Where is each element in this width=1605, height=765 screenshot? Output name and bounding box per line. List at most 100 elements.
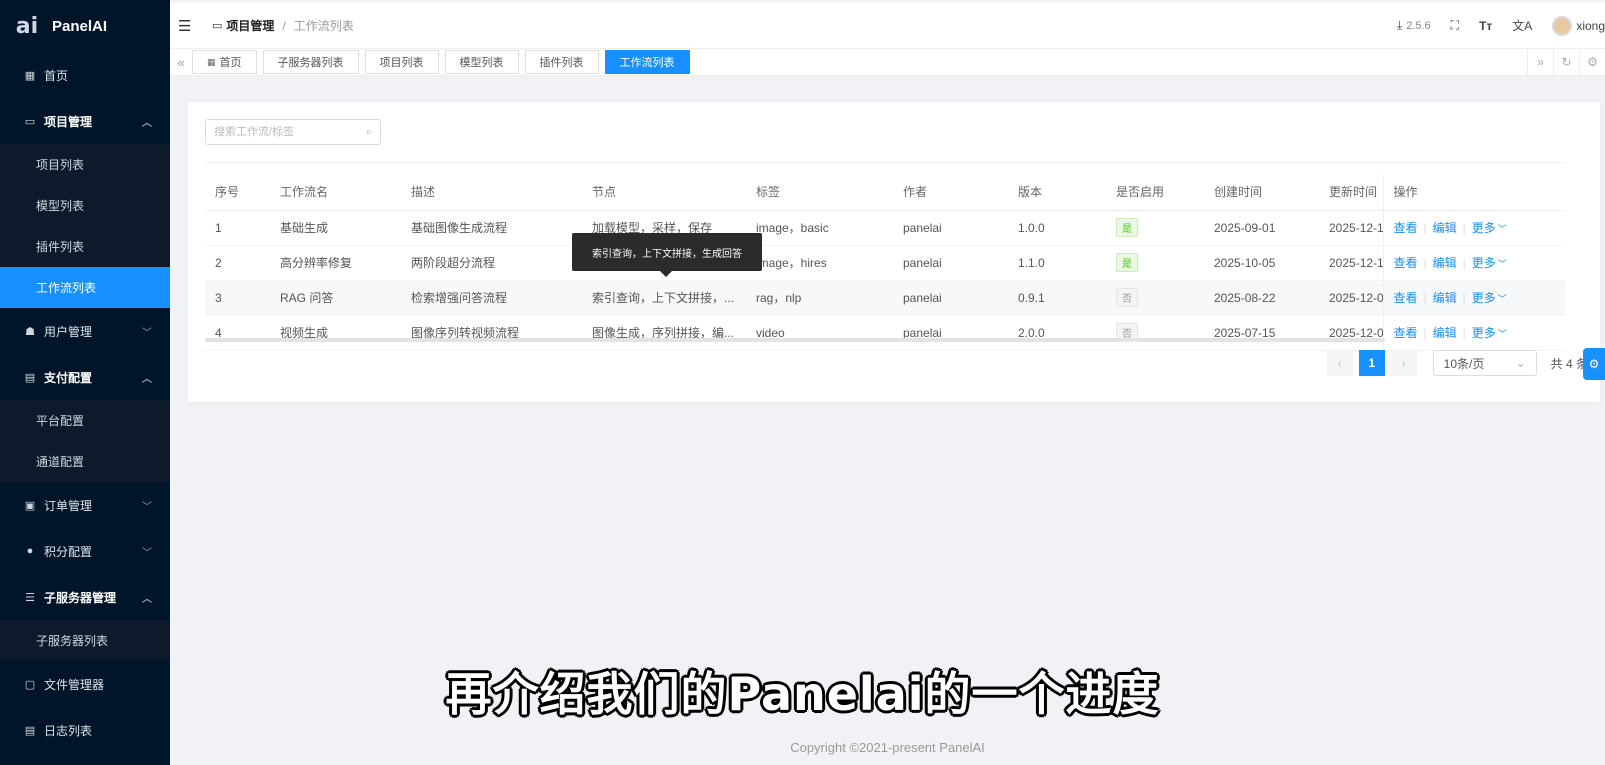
cell-author: panelai	[893, 210, 1008, 246]
more-label: 更多	[1471, 326, 1496, 340]
page-number-current[interactable]: 1	[1358, 350, 1385, 376]
tab-2[interactable]: 项目列表	[364, 50, 439, 74]
table-row[interactable]: 3 RAG 问答 检索增强问答流程 索引查询，上下文拼接，... rag，nlp pane…	[205, 280, 1565, 316]
chevron-up-icon: ︿	[142, 117, 152, 129]
tab-5[interactable]: 工作流列表	[604, 50, 690, 74]
prev-page-icon[interactable]: ‹	[1326, 350, 1353, 376]
sidebar-item-4[interactable]: ▣ 订单管理 ﹀	[0, 482, 170, 528]
view-link[interactable]: 查看	[1394, 326, 1418, 340]
chevron-down-icon: ﹀	[142, 327, 152, 339]
cell-nodes: 图像生成，序列拼接，编...	[582, 315, 746, 351]
fullscreen-icon[interactable]: ⛶	[1451, 18, 1459, 33]
tab-0[interactable]: ▦ 首页	[192, 50, 257, 74]
cell-created: 2025-07-15	[1204, 315, 1319, 351]
cell-desc: 两阶段超分流程	[401, 245, 582, 281]
menu-toggle-icon[interactable]: ☰	[178, 17, 198, 35]
download-version[interactable]: ⤓ 2.5.6	[1397, 18, 1431, 33]
tab-label: 项目列表	[379, 57, 424, 69]
breadcrumb-item-current: 工作流列表	[293, 19, 354, 33]
cell-no: 4	[205, 315, 270, 351]
tab-1[interactable]: 子服务器列表	[262, 50, 359, 74]
divider: |	[1423, 326, 1427, 340]
sidebar-item-1[interactable]: ▭ 项目管理 ︿	[0, 98, 170, 144]
user-menu[interactable]: xiong	[1552, 15, 1605, 36]
sidebar-item-5[interactable]: ● 积分配置 ﹀	[0, 528, 170, 574]
dashboard-icon: ▦	[24, 69, 36, 82]
horizontal-scrollbar[interactable]	[205, 338, 1385, 342]
breadcrumb: ▭ 项目管理 / 工作流列表	[212, 17, 354, 34]
edit-link[interactable]: 编辑	[1433, 256, 1457, 270]
tab-label: 首页	[219, 57, 242, 69]
avatar	[1552, 15, 1573, 36]
more-dropdown[interactable]: 更多 ﹀	[1472, 221, 1507, 235]
chevron-down-icon: ﹀	[142, 501, 152, 513]
settings-icon[interactable]: ⚙	[1579, 49, 1605, 75]
edit-link[interactable]: 编辑	[1433, 221, 1457, 235]
more-dropdown[interactable]: 更多 ﹀	[1472, 291, 1507, 305]
logo[interactable]: ai PanelAI	[0, 0, 170, 52]
cell-version: 0.9.1	[1008, 280, 1106, 316]
sidebar-item-0[interactable]: ▦ 首页	[0, 52, 170, 98]
cell-tags: rag，nlp	[746, 280, 893, 316]
sidebar-subitem[interactable]: 通道配置	[0, 441, 170, 482]
tab-4[interactable]: 插件列表	[524, 50, 599, 74]
sidebar-subitem[interactable]: 模型列表	[0, 185, 170, 226]
divider: |	[1462, 291, 1466, 305]
cell-updated: 2025-12-0	[1319, 280, 1383, 316]
video-subtitle: 再介绍我们的Panelai的一个进度	[445, 667, 1160, 721]
sidebar-item-label: 积分配置	[44, 544, 93, 559]
more-dropdown[interactable]: 更多 ﹀	[1472, 326, 1507, 340]
cell-enabled: 是	[1106, 245, 1204, 281]
submenu: 项目列表 模型列表 插件列表 工作流列表	[0, 144, 170, 308]
more-label: 更多	[1471, 256, 1496, 270]
table-row[interactable]: 2 高分辨率修复 两阶段超分流程 image，hires panelai 1.1.0 是 20…	[205, 245, 1565, 281]
users-icon: ☗	[25, 325, 35, 338]
view-link[interactable]: 查看	[1394, 256, 1418, 270]
cell-updated: 2025-12-0	[1319, 315, 1383, 351]
tabs-controls: » ↻ ⚙	[1527, 49, 1605, 75]
sidebar-item-2[interactable]: ☗ 用户管理 ﹀	[0, 308, 170, 354]
chevron-down-icon: ﹀	[142, 547, 152, 559]
cell-updated: 2025-12-1	[1319, 245, 1383, 281]
table-row[interactable]: 4 视频生成 图像序列转视频流程 图像生成，序列拼接，编... video panelai…	[205, 315, 1565, 351]
sidebar-subitem[interactable]: 工作流列表	[0, 267, 170, 308]
view-link[interactable]: 查看	[1394, 221, 1418, 235]
column-header: 工作流名	[270, 174, 401, 211]
sidebar-subitem[interactable]: 平台配置	[0, 400, 170, 441]
sidebar: ai PanelAI ▦ 首页 ▭ 项目管理 ︿ 项目列表 模型列表 插件列表 工作流列表 ☗ 用户…	[0, 0, 170, 765]
app-name: PanelAI	[52, 17, 108, 35]
font-size-icon[interactable]: Tт	[1479, 19, 1492, 33]
tabs-scroll-left-icon[interactable]: «	[170, 55, 192, 70]
refresh-icon[interactable]: ↻	[1553, 49, 1579, 75]
edit-link[interactable]: 编辑	[1433, 291, 1457, 305]
page-size-value: 10条/页	[1443, 356, 1485, 371]
translate-icon[interactable]: 文A	[1512, 17, 1532, 34]
more-dropdown[interactable]: 更多 ﹀	[1472, 256, 1507, 270]
sidebar-item-6[interactable]: ☰ 子服务器管理 ︿	[0, 574, 170, 620]
cell-created: 2025-08-22	[1204, 280, 1319, 316]
sidebar-menu: ▦ 首页 ▭ 项目管理 ︿ 项目列表 模型列表 插件列表 工作流列表 ☗ 用户管理 ﹀ ▤ 支付配置 ︿ 平台…	[0, 52, 170, 753]
chevron-down-icon: ⌄	[1515, 356, 1526, 370]
tab-3[interactable]: 模型列表	[444, 50, 519, 74]
version-label: 2.5.6	[1406, 19, 1431, 32]
cell-version: 2.0.0	[1008, 315, 1106, 351]
tabs-scroll-right-icon[interactable]: »	[1527, 49, 1553, 75]
sidebar-subitem[interactable]: 插件列表	[0, 226, 170, 267]
divider	[205, 162, 1565, 163]
view-link[interactable]: 查看	[1394, 291, 1418, 305]
submenu: 子服务器列表	[0, 620, 170, 661]
search-icon[interactable]: ⌕	[366, 126, 372, 139]
cell-desc: 检索增强问答流程	[401, 280, 582, 316]
sidebar-item-3[interactable]: ▤ 支付配置 ︿	[0, 354, 170, 400]
coin-icon: ●	[26, 545, 34, 557]
page-size-select[interactable]: 10条/页 ⌄	[1432, 350, 1537, 376]
floating-settings-icon[interactable]: ⚙	[1583, 348, 1605, 380]
search-input[interactable]	[214, 126, 366, 138]
edit-link[interactable]: 编辑	[1433, 326, 1457, 340]
sidebar-subitem[interactable]: 项目列表	[0, 144, 170, 185]
breadcrumb-item-parent[interactable]: 项目管理	[226, 17, 274, 34]
sidebar-subitem[interactable]: 子服务器列表	[0, 620, 170, 661]
next-page-icon[interactable]: ›	[1390, 350, 1417, 376]
column-header: 标签	[746, 174, 893, 211]
table-row[interactable]: 1 基础生成 基础图像生成流程 加载模型，采样，保存 image，basic panela…	[205, 210, 1565, 246]
